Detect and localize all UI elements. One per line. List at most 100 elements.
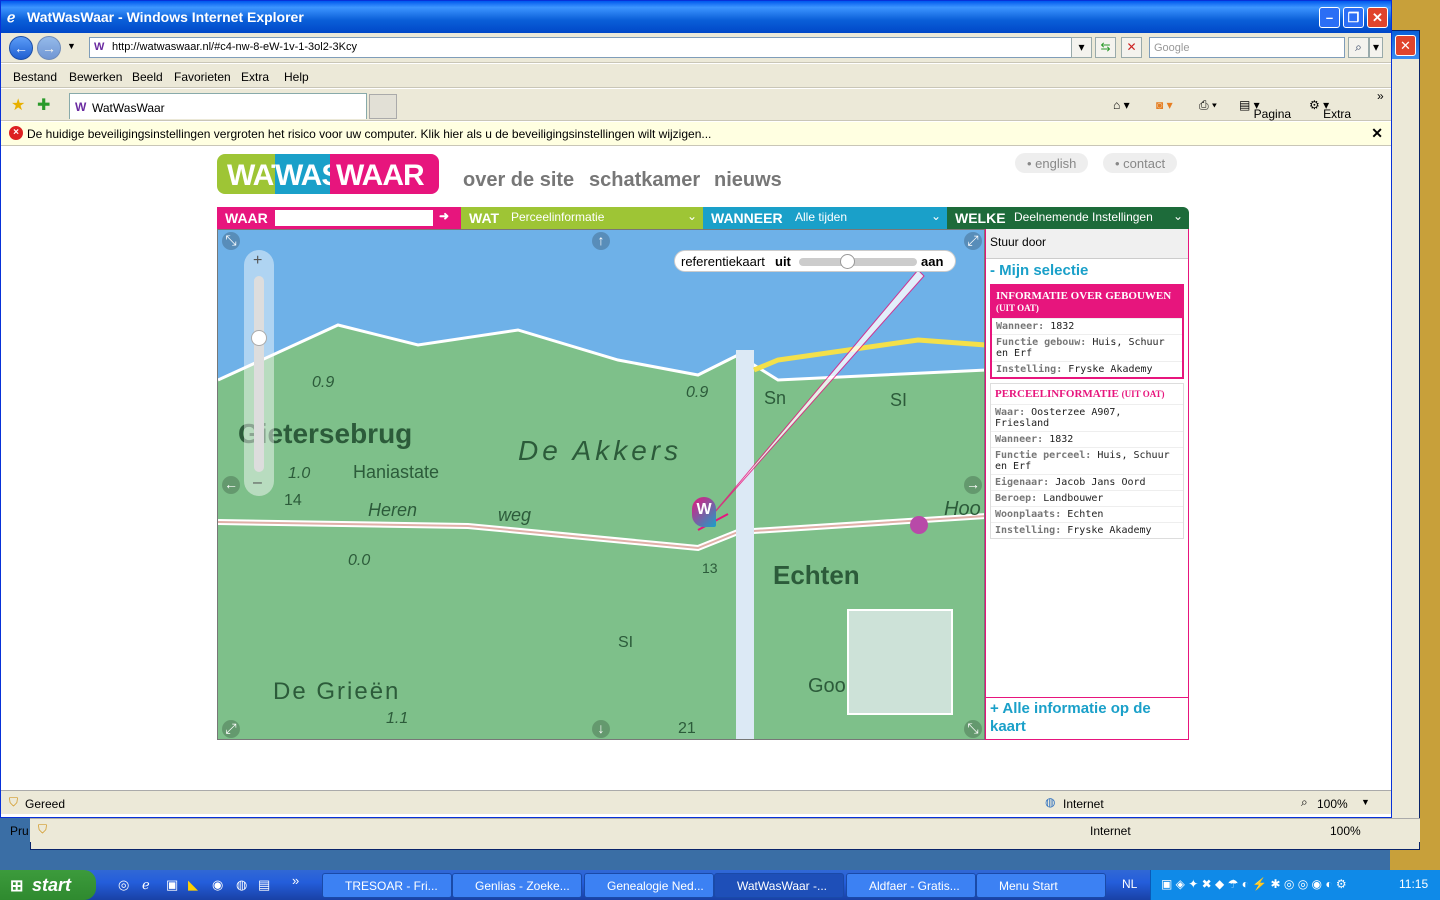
menu-item-beeld[interactable]: Beeld: [132, 70, 163, 84]
ie-icon: ℯ: [7, 9, 16, 25]
search-icon[interactable]: ⌕: [1348, 37, 1369, 58]
page-menu-button[interactable]: ▤ Pagina ▾: [1239, 98, 1291, 121]
nav-nieuws[interactable]: nieuws: [714, 169, 782, 192]
print-icon[interactable]: ⎙ ▾: [1199, 98, 1217, 113]
task-genlias[interactable]: Genlias - Zoeke...: [452, 873, 582, 898]
my-selection-toggle[interactable]: - Mijn selectie: [986, 259, 1188, 282]
zoom-in-icon[interactable]: +: [253, 252, 262, 270]
row-key: Woonplaats:: [995, 509, 1062, 520]
url-field[interactable]: W http://watwaswaar.nl/#c4-nw-8-eW-1v-1-…: [89, 37, 1089, 58]
row-value: Jacob Jans Oord: [1055, 477, 1146, 488]
quicklaunch-app-icon[interactable]: ▣: [166, 877, 178, 893]
pan-northeast-icon[interactable]: ⤢: [964, 232, 982, 250]
arrow-right-icon[interactable]: ➜: [439, 209, 449, 223]
nav-schatkamer[interactable]: schatkamer: [589, 169, 700, 192]
pan-southeast-icon[interactable]: ⤡: [964, 720, 982, 738]
menu-item-extra[interactable]: Extra: [241, 70, 269, 84]
windows-flag-icon: ⊞: [10, 878, 24, 895]
home-icon[interactable]: ⌂ ▾: [1113, 98, 1130, 112]
pan-northwest-icon[interactable]: ⤡: [222, 232, 240, 250]
selector-wanneer[interactable]: WANNEER Alle tijden ⌄: [703, 207, 947, 229]
start-button[interactable]: ⊞ start: [0, 870, 96, 900]
info-card-buildings[interactable]: INFORMATIE OVER GEBOUWEN (UIT OAT) Wanne…: [990, 284, 1184, 379]
maximize-button[interactable]: ❐: [1343, 7, 1364, 28]
tools-menu-button[interactable]: ⚙ Extra ▾: [1309, 98, 1351, 121]
pan-west-icon[interactable]: ←: [222, 476, 240, 494]
background-close-button[interactable]: ✕: [1395, 35, 1416, 56]
language-indicator[interactable]: NL: [1122, 877, 1137, 891]
all-info-on-map-toggle[interactable]: + Alle informatie op de kaart: [986, 697, 1188, 739]
quicklaunch-ie-icon[interactable]: ℯ: [142, 877, 150, 893]
selector-wat[interactable]: WAT Perceelinformatie ⌄: [461, 207, 703, 229]
forward-link[interactable]: Stuur door: [986, 229, 1188, 259]
task-menu-start[interactable]: Menu Start: [976, 873, 1106, 898]
chevron-more-icon[interactable]: »: [1377, 89, 1384, 103]
pan-south-icon[interactable]: ↓: [592, 720, 610, 738]
historical-map[interactable]: Gietersebrug De Akkers Haniastate Heren …: [217, 229, 985, 740]
task-watwaswaar[interactable]: WatWasWaar -...: [714, 873, 844, 898]
card-header: INFORMATIE OVER GEBOUWEN (UIT OAT): [992, 286, 1182, 318]
zoom-track[interactable]: [254, 276, 264, 472]
quicklaunch-app-icon[interactable]: ▤: [258, 877, 270, 893]
status-zoom[interactable]: 100%: [1317, 797, 1348, 811]
quicklaunch-app-icon[interactable]: ◍: [236, 877, 247, 893]
zoom-icon[interactable]: ⌕: [1301, 795, 1308, 810]
link-english[interactable]: • english: [1015, 153, 1089, 173]
zoom-slider-handle[interactable]: [251, 330, 267, 346]
task-aldfaer[interactable]: Aldfaer - Gratis...: [846, 873, 976, 898]
quicklaunch-app-icon[interactable]: ◉: [212, 877, 223, 893]
location-marker[interactable]: W: [692, 497, 716, 527]
search-input[interactable]: Google: [1149, 37, 1345, 58]
reference-map-toggle: referentiekaart uit aan: [674, 250, 956, 272]
add-favorite-icon[interactable]: ✚: [37, 95, 50, 115]
close-infobar-icon[interactable]: ✕: [1371, 125, 1383, 142]
task-label: TRESOAR - Fri...: [345, 879, 438, 893]
task-genealogie[interactable]: Genealogie Ned...: [584, 873, 714, 898]
reference-slider-handle[interactable]: [840, 254, 856, 269]
quicklaunch-app-icon[interactable]: ◣: [188, 877, 198, 893]
waar-input[interactable]: [275, 210, 433, 226]
quicklaunch-app-icon[interactable]: ◎: [118, 877, 129, 893]
nav-over-de-site[interactable]: over de site: [463, 169, 574, 192]
overview-minimap[interactable]: [847, 609, 953, 715]
menu-item-bestand[interactable]: Bestand: [13, 70, 57, 84]
stop-icon[interactable]: ✕: [1121, 37, 1142, 58]
tools-menu-label: Extra: [1323, 107, 1352, 121]
security-infobar[interactable]: × De huidige beveiligingsinstellingen ve…: [1, 122, 1391, 146]
tray-icons[interactable]: ▣ ◈ ✦ ✖ ◆ ☂ ◐ ⚡ ✱ ◎ ◎ ◉ ◐ ⚙: [1161, 877, 1347, 891]
menu-item-help[interactable]: Help: [284, 70, 309, 84]
info-card-parcel[interactable]: PERCEELINFORMATIE (UIT OAT) Waar: Ooster…: [990, 383, 1184, 539]
site-logo[interactable]: WAT WAS WAAR: [217, 154, 439, 194]
map-marker-secondary[interactable]: [910, 516, 928, 534]
forward-button[interactable]: →: [37, 36, 61, 60]
background-zoom[interactable]: 100%: [1330, 824, 1361, 838]
pan-southwest-icon[interactable]: ⤢: [222, 720, 240, 738]
minimize-button[interactable]: –: [1319, 7, 1340, 28]
close-button[interactable]: ✕: [1367, 7, 1388, 28]
menu-item-bewerken[interactable]: Bewerken: [69, 70, 122, 84]
url-dropdown-button[interactable]: ▾: [1071, 37, 1092, 58]
zoom-out-icon[interactable]: –: [253, 474, 262, 492]
menu-item-favorieten[interactable]: Favorieten: [174, 70, 231, 84]
selector-waar[interactable]: WAAR ➜: [217, 207, 461, 229]
reference-slider-track[interactable]: [799, 258, 917, 266]
back-button[interactable]: ←: [9, 36, 33, 60]
pan-north-icon[interactable]: ↑: [592, 232, 610, 250]
pan-east-icon[interactable]: →: [964, 476, 982, 494]
favorites-star-icon[interactable]: ★: [11, 95, 25, 115]
task-tresoar[interactable]: TRESOAR - Fri...: [322, 873, 452, 898]
row-key: Beroep:: [995, 493, 1038, 504]
link-contact[interactable]: • contact: [1103, 153, 1178, 173]
tab-watwaswaar[interactable]: W WatWasWaar: [69, 93, 367, 119]
feeds-icon[interactable]: ◙ ▾: [1156, 98, 1173, 112]
card-row: Instelling: Fryske Akademy: [991, 522, 1183, 538]
quicklaunch-more-icon[interactable]: »: [292, 873, 299, 888]
new-tab-button[interactable]: [369, 94, 397, 119]
zoom-dropdown-icon[interactable]: ▼: [1361, 797, 1370, 807]
search-options-button[interactable]: ▾: [1369, 37, 1383, 58]
history-dropdown-icon[interactable]: ▼: [67, 41, 76, 51]
map-label: Echten: [773, 560, 860, 590]
task-label: WatWasWaar -...: [737, 879, 827, 893]
refresh-icon[interactable]: ⇆: [1095, 37, 1116, 58]
selector-welke[interactable]: WELKE Deelnemende Instellingen ⌄: [947, 207, 1189, 229]
